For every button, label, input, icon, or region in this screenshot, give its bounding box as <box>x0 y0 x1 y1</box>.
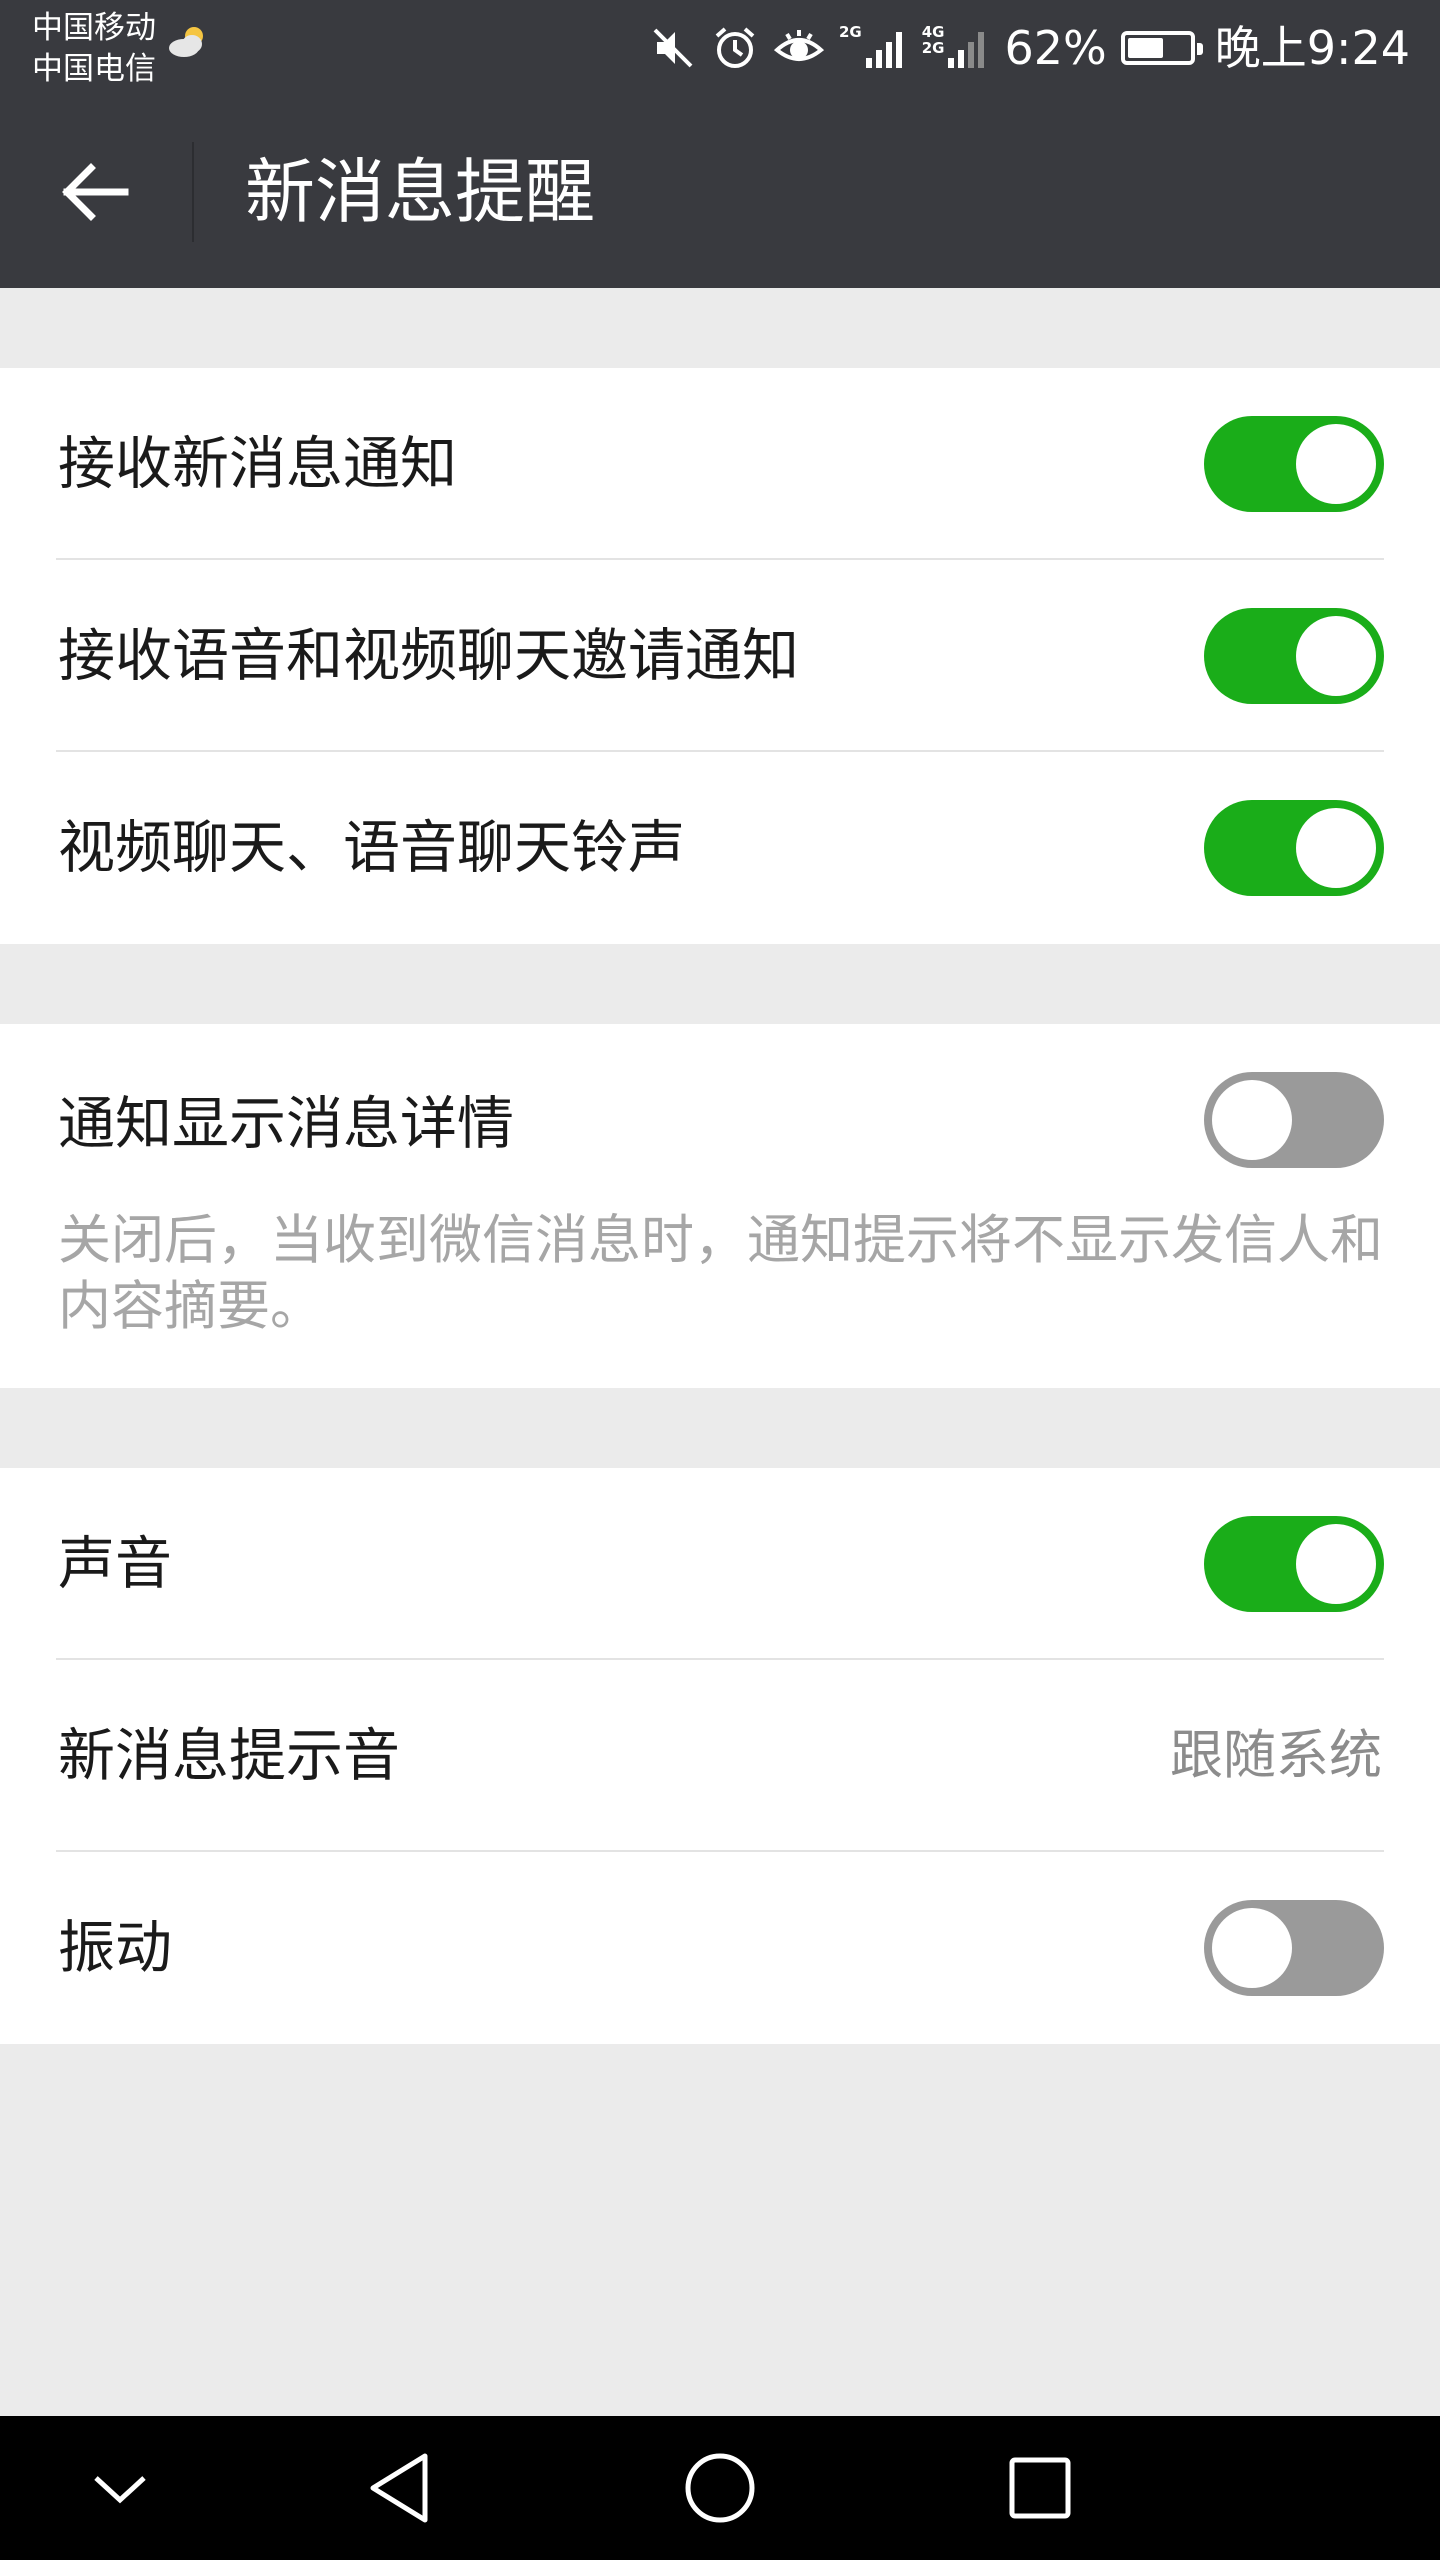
system-nav-bar <box>0 2416 1440 2560</box>
app-bar-divider <box>192 142 194 242</box>
row-notification-tone[interactable]: 新消息提示音 跟随系统 <box>0 1660 1440 1852</box>
row-vibrate[interactable]: 振动 <box>0 1852 1440 2044</box>
battery-fill <box>1127 38 1163 58</box>
circle-home-icon <box>685 2453 755 2523</box>
show-details-label: 通知显示消息详情 <box>58 1091 514 1157</box>
toggle-knob <box>1296 424 1376 504</box>
carrier-info: 中国移动 中国电信 <box>32 8 156 90</box>
nav-recents-button[interactable] <box>980 2438 1100 2538</box>
receive-notifications-label: 接收新消息通知 <box>58 431 457 497</box>
row-show-details[interactable]: 通知显示消息详情 <box>0 1024 1440 1200</box>
toggle-knob <box>1296 1524 1376 1604</box>
signal-bars-icon <box>865 32 902 68</box>
toggle-knob <box>1212 1080 1292 1160</box>
toggle-knob <box>1212 1908 1292 1988</box>
receive-notifications-toggle[interactable] <box>1204 416 1384 512</box>
row-call-invite-notifications[interactable]: 接收语音和视频聊天邀请通知 <box>0 560 1440 752</box>
toggle-knob <box>1296 808 1376 888</box>
row-sound[interactable]: 声音 <box>0 1468 1440 1660</box>
sound-group: 声音 新消息提示音 跟随系统 振动 <box>0 1468 1440 2044</box>
vibrate-toggle[interactable] <box>1204 1900 1384 1996</box>
nav-collapse-button[interactable] <box>60 2438 180 2538</box>
row-receive-notifications[interactable]: 接收新消息通知 <box>0 368 1440 560</box>
carrier-1: 中国移动 <box>32 10 156 46</box>
eye-comfort-icon <box>773 24 825 72</box>
sound-label: 声音 <box>58 1531 172 1597</box>
nav-back-button[interactable] <box>340 2438 460 2538</box>
battery-percent: 62% <box>1004 21 1107 75</box>
back-arrow-icon <box>62 163 129 221</box>
carrier-2: 中国电信 <box>32 51 156 87</box>
app-bar: 新消息提醒 <box>0 96 1440 288</box>
notification-tone-value: 跟随系统 <box>1170 1725 1382 1786</box>
alarm-icon <box>711 24 759 72</box>
network-type-1: 2G <box>838 23 862 41</box>
cloud-sun-icon <box>166 24 210 64</box>
show-details-toggle[interactable] <box>1204 1072 1384 1168</box>
nav-home-button[interactable] <box>660 2438 780 2538</box>
vibrate-label: 振动 <box>58 1915 172 1981</box>
back-button[interactable] <box>40 142 150 242</box>
square-recents-icon <box>1009 2457 1071 2519</box>
show-details-description: 关闭后，当收到微信消息时，通知提示将不显示发信人和内容摘要。 <box>58 1210 1383 1337</box>
call-invite-notifications-toggle[interactable] <box>1204 608 1384 704</box>
chevron-down-icon <box>94 2476 146 2504</box>
call-ringtone-toggle[interactable] <box>1204 800 1384 896</box>
row-call-ringtone[interactable]: 视频聊天、语音聊天铃声 <box>0 752 1440 944</box>
status-bar: 中国移动 中国电信 2G 4G 2G 62% 晚上9:24 <box>0 0 1440 96</box>
sound-toggle[interactable] <box>1204 1516 1384 1612</box>
clock: 晚上9:24 <box>1214 21 1410 75</box>
signal-bars-dim-icon <box>948 32 985 68</box>
signal-1: 2G <box>839 24 908 72</box>
toggle-knob <box>1296 616 1376 696</box>
call-ringtone-label: 视频聊天、语音聊天铃声 <box>58 815 685 881</box>
signal-2: 4G 2G <box>922 24 991 72</box>
notification-tone-label: 新消息提示音 <box>58 1723 400 1789</box>
battery-icon <box>1120 31 1203 65</box>
network-type-2: 4G 2G <box>921 23 945 57</box>
status-icons: 2G 4G 2G 62% 晚上9:24 <box>649 0 1410 96</box>
page-title: 新消息提醒 <box>245 151 595 233</box>
mute-icon <box>649 24 697 72</box>
call-invite-notifications-label: 接收语音和视频聊天邀请通知 <box>58 623 799 689</box>
notification-group: 接收新消息通知 接收语音和视频聊天邀请通知 视频聊天、语音聊天铃声 <box>0 368 1440 944</box>
triangle-back-icon <box>370 2453 428 2523</box>
